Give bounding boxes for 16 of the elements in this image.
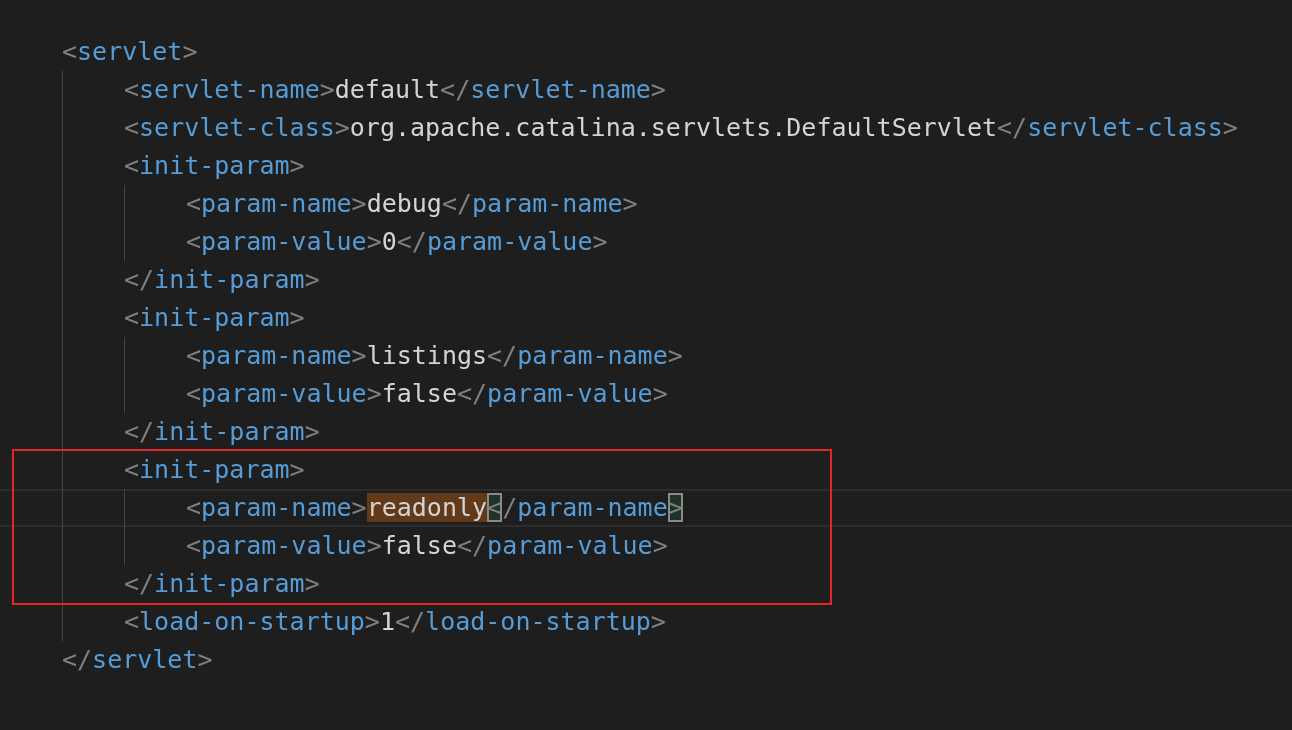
code-line: <load-on-startup>1</load-on-startup> [124,606,666,638]
code-line: </servlet> [62,644,213,676]
code-line: <param-name>listings</param-name> [186,340,683,372]
code-line: <init-param> [124,302,305,334]
code-line: <param-value>0</param-value> [186,226,608,258]
code-line: <servlet-name>default</servlet-name> [124,74,666,106]
code-line: </init-param> [124,264,320,296]
code-line: <servlet-class>org.apache.catalina.servlets.DefaultServlet</servlet-class> [124,112,1238,144]
code-line: <param-value>false</param-value> [186,530,668,562]
code-line: </init-param> [124,416,320,448]
code-line: <param-name>debug</param-name> [186,188,638,220]
code-line: <param-value>false</param-value> [186,378,668,410]
code-line: <servlet> [62,36,198,68]
code-line: <init-param> [124,454,305,486]
code-line: <init-param> [124,150,305,182]
code-line: </init-param> [124,568,320,600]
